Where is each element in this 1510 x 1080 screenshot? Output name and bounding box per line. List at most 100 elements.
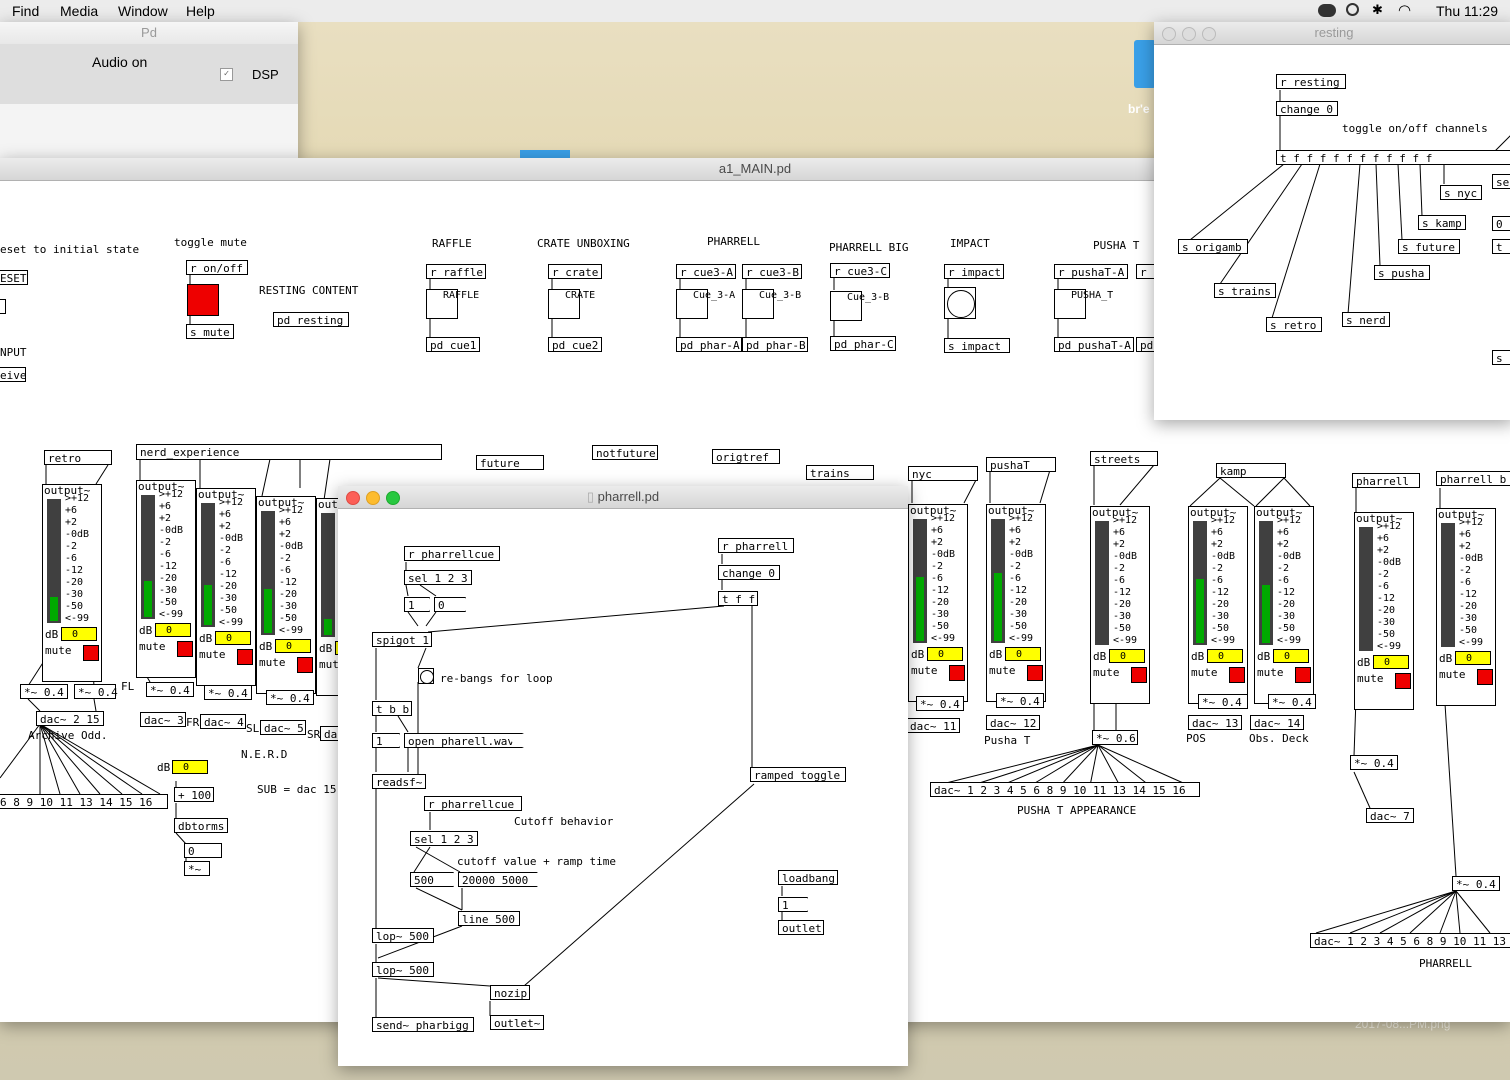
ramped-toggle[interactable]: ramped_toggle	[750, 767, 846, 782]
pd-cue2[interactable]: pd cue2	[548, 337, 602, 352]
bluetooth-icon[interactable]: ✱	[1372, 2, 1383, 18]
resting-fragment-0[interactable]: 0	[1492, 216, 1510, 231]
nozip[interactable]: nozip	[490, 985, 530, 1000]
clock-icon[interactable]	[1346, 3, 1359, 16]
vu-mute-toggle[interactable]	[949, 665, 965, 681]
menu-find[interactable]: Find	[12, 3, 39, 19]
raffle-bang[interactable]: RAFFLE	[426, 289, 479, 319]
send-pusha[interactable]: s pusha	[1374, 265, 1430, 280]
message-500-0[interactable]: 500 0	[410, 872, 454, 887]
dac-3[interactable]: dac~ 3	[140, 712, 186, 727]
vu-db-number[interactable]: 0	[1005, 647, 1041, 661]
dac-14[interactable]: dac~ 14	[1250, 715, 1304, 730]
receive-pushat-a[interactable]: r pushaT-A	[1054, 264, 1128, 279]
lowpass-2[interactable]: lop~ 500	[372, 962, 434, 977]
trigger-bang-bang[interactable]: t b b	[372, 701, 412, 716]
receive-raffle[interactable]: r raffle	[426, 264, 486, 279]
line-500[interactable]: line 500	[458, 911, 520, 926]
receive-impact[interactable]: r impact	[944, 264, 1004, 279]
select-1-2-3[interactable]: sel 1 2 3	[404, 570, 472, 585]
streets-source[interactable]: streets	[1090, 451, 1158, 466]
resting-fragment-s[interactable]: s	[1492, 350, 1510, 365]
dac-12[interactable]: dac~ 12	[986, 715, 1040, 730]
cue3a-bang[interactable]: Cue_3-A	[676, 289, 735, 319]
dac-fragment[interactable]: da	[320, 726, 340, 741]
send-nyc[interactable]: s nyc	[1440, 185, 1482, 200]
message-1[interactable]: 1	[404, 597, 430, 612]
mult-nerd-3[interactable]: *~ 0.4	[266, 690, 314, 705]
pd-phar-a[interactable]: pd phar-A	[676, 337, 742, 352]
pd-resting[interactable]: pd resting	[273, 312, 349, 327]
dac-5[interactable]: dac~ 5	[260, 720, 306, 735]
folder-icon[interactable]	[1134, 40, 1156, 88]
mult-tilde[interactable]: *~	[184, 861, 210, 876]
vu-db-number[interactable]: 0	[1373, 655, 1409, 669]
vu-mute-toggle[interactable]	[237, 649, 253, 665]
vu-mute-toggle[interactable]	[1027, 665, 1043, 681]
receive-cue3b[interactable]: r cue3-B	[742, 264, 802, 279]
loadbang[interactable]: loadbang	[778, 870, 838, 885]
pd-phar-b[interactable]: pd phar-B	[742, 337, 808, 352]
zoom-icon[interactable]	[1202, 27, 1216, 41]
vu-mute-toggle[interactable]	[1395, 673, 1411, 689]
minimize-icon[interactable]	[1182, 27, 1196, 41]
receive-cue3a[interactable]: r cue3-A	[676, 264, 736, 279]
cue3b-bang[interactable]: Cue_3-B	[742, 289, 801, 319]
receive-pharrell[interactable]: r pharrell	[718, 538, 794, 553]
dac-multi-left[interactable]: 6 8 9 10 11 13 14 15 16	[0, 794, 168, 809]
send-se[interactable]: se	[1492, 174, 1510, 189]
close-icon[interactable]	[1162, 27, 1176, 41]
trigger-channels[interactable]: t f f f f f f f f f f f	[1276, 150, 1510, 165]
message-1c[interactable]: 1	[778, 897, 808, 912]
vu-mute-toggle[interactable]	[83, 645, 99, 661]
vu-db-number[interactable]: 0	[1455, 651, 1491, 665]
dac-pusha[interactable]: dac~ 1 2 3 4 5 6 8 9 10 11 13 14 15 16	[930, 782, 1200, 797]
bang-fragment[interactable]	[0, 299, 6, 314]
send-retro[interactable]: s retro	[1266, 317, 1322, 332]
send-trains[interactable]: s trains	[1214, 283, 1276, 298]
origtref-source[interactable]: origtref	[712, 449, 780, 464]
receive-crate[interactable]: r crate	[548, 264, 602, 279]
vu-mute-toggle[interactable]	[1229, 667, 1245, 683]
receive-pharrellcue[interactable]: r pharrellcue	[404, 546, 500, 561]
trains-source[interactable]: trains	[806, 465, 874, 480]
pushat-source[interactable]: pushaT	[986, 457, 1056, 472]
vu-db-number[interactable]: 0	[1273, 649, 1309, 663]
close-icon[interactable]	[346, 491, 360, 505]
vu-db-number[interactable]: 0	[927, 647, 963, 661]
signal-outlet[interactable]: outlet~	[490, 1015, 544, 1030]
impact-bang[interactable]	[947, 290, 975, 318]
select-1-2-3-b[interactable]: sel 1 2 3	[410, 831, 478, 846]
zoom-icon[interactable]	[386, 491, 400, 505]
send-pharbigg[interactable]: send~ pharbigg	[372, 1017, 474, 1032]
plus-100[interactable]: + 100	[174, 787, 214, 802]
mult-fr[interactable]: *~ 0.4	[74, 684, 118, 699]
dac-2-15[interactable]: dac~ 2 15	[36, 711, 104, 726]
readsf[interactable]: readsf~	[372, 774, 426, 789]
vu-db-number[interactable]: 0	[275, 639, 311, 653]
dac-pharrell[interactable]: dac~ 1 2 3 4 5 6 8 9 10 11 13	[1310, 933, 1510, 948]
spigot[interactable]: spigot 1	[372, 632, 432, 647]
nyc-source[interactable]: nyc	[908, 466, 978, 481]
receive-object[interactable]: eive	[0, 367, 27, 382]
dac-4[interactable]: dac~ 4	[200, 714, 246, 729]
pd-cue1[interactable]: pd cue1	[426, 337, 480, 352]
dsp-checkbox[interactable]: ✓	[220, 68, 233, 81]
send-mute[interactable]: s mute	[186, 324, 234, 339]
change-0[interactable]: change 0	[1276, 101, 1338, 116]
cloud-icon[interactable]	[1318, 4, 1336, 17]
minimize-icon[interactable]	[366, 491, 380, 505]
mult-fl[interactable]: *~ 0.4	[20, 684, 68, 699]
nerd-experience-source[interactable]: nerd_experience	[136, 444, 442, 460]
crate-bang[interactable]: CRATE	[548, 289, 595, 319]
menu-help[interactable]: Help	[186, 3, 215, 19]
message-1b[interactable]: 1	[372, 733, 400, 748]
pharrell-source[interactable]: pharrell	[1352, 473, 1420, 488]
outlet[interactable]: outlet	[778, 920, 824, 935]
open-file-message[interactable]: open pharell.wav	[404, 733, 524, 748]
mult-nerd-2[interactable]: *~ 0.4	[204, 685, 252, 700]
pushat-bang[interactable]: PUSHA_T	[1054, 289, 1113, 319]
notfuture-source[interactable]: notfuture	[592, 445, 658, 460]
message-20000-5000[interactable]: 20000 5000	[458, 872, 538, 887]
receive-on-off[interactable]: r on/off	[186, 260, 248, 275]
